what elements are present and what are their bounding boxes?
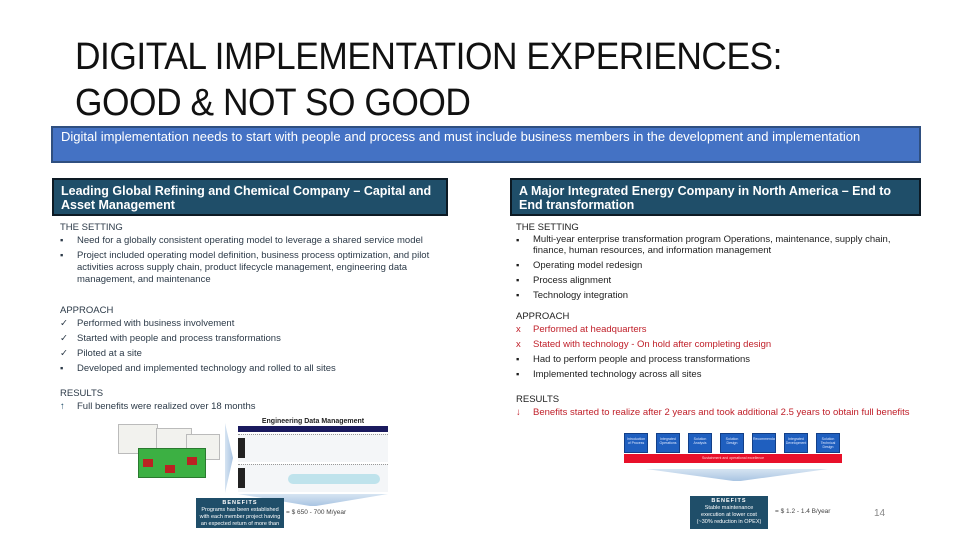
chevron-arrow-icon — [225, 423, 233, 493]
cross-icon: x — [516, 338, 521, 350]
results-label: RESULTS — [516, 393, 560, 405]
setting-label: THE SETTING — [60, 222, 123, 233]
arrow-down-icon: ↓ — [516, 406, 521, 418]
benefits-text: Stable maintenance execution at lower co… — [696, 505, 762, 525]
benefits-heading: BENEFITS — [711, 498, 747, 504]
list-item: ▪ Implemented technology across all sites — [516, 368, 702, 380]
screenshot-collage — [118, 418, 220, 478]
right-case-header: A Major Integrated Energy Company in Nor… — [510, 178, 921, 216]
right-case-body: THE SETTING ▪ Multi-year enterprise trans… — [516, 222, 926, 422]
list-item: ✓ Performed with business involvement — [60, 318, 235, 329]
bullet-icon: ▪ — [516, 274, 520, 286]
results-list: ↓ Benefits started to realize after 2 yea… — [516, 407, 926, 419]
process-step: Recommendation — [752, 433, 776, 453]
page-number: 14 — [874, 508, 886, 519]
setting-list: ▪ Need for a globally consistent operatin… — [60, 235, 460, 286]
list-item: ▪ Developed and implemented technology an… — [60, 363, 336, 374]
funnel-arrow-icon — [646, 469, 828, 481]
checkmark-icon: ✓ — [60, 318, 68, 329]
engineering-data-management-graphic: Engineering Data Management — [238, 418, 388, 492]
benefits-heading: BENEFITS — [222, 500, 258, 506]
right-case-diagram: Introduction of Process Integrated Opera… — [624, 433, 874, 533]
checkmark-icon: ✓ — [60, 348, 68, 359]
left-case-diagram: Engineering Data Management BENEFITS Pro… — [118, 418, 388, 534]
benefits-box: BENEFITS Programs has been established w… — [196, 498, 284, 534]
list-item: ▪ Process alignment — [516, 274, 612, 286]
bullet-icon: ▪ — [516, 289, 520, 301]
approach-list: ✓ Performed with business involvement ✓ St… — [60, 318, 460, 375]
process-steps: Introduction of Process Integrated Opera… — [624, 433, 874, 453]
approach-label: APPROACH — [516, 310, 570, 322]
cross-icon: x — [516, 323, 521, 335]
diagram-row — [238, 434, 388, 462]
list-item: ▪ Technology integration — [516, 289, 629, 301]
setting-label: THE SETTING — [516, 222, 579, 233]
list-item: ▪ Operating model redesign — [516, 259, 643, 271]
bullet-icon: ▪ — [516, 353, 520, 365]
process-step: Solution Design — [720, 433, 744, 453]
process-step: Solution Analysis — [688, 433, 712, 453]
benefits-value: = $ 650 - 700 M/year — [286, 509, 347, 516]
title-line-2: GOOD & NOT SO GOOD — [75, 82, 471, 124]
results-list: ↑ Full benefits were realized over 18 mon… — [60, 401, 460, 413]
bullet-icon: ▪ — [60, 235, 64, 246]
bullet-icon: ▪ — [516, 235, 520, 246]
title-line-1: DIGITAL IMPLEMENTATION EXPERIENCES: — [75, 36, 783, 78]
bullet-icon: ▪ — [516, 259, 520, 271]
diagram-title: Engineering Data Management — [261, 418, 365, 425]
approach-label: APPROACH — [60, 305, 114, 316]
results-label: RESULTS — [60, 388, 104, 399]
list-item: ✓ Started with people and process transfo… — [60, 333, 281, 344]
process-step: Introduction of Process — [624, 433, 648, 453]
diagram-header-bar — [238, 426, 388, 432]
process-step: Integrated Development — [784, 433, 808, 453]
process-step: Solution Technical Design — [816, 433, 840, 453]
bullet-icon: ▪ — [60, 250, 64, 261]
list-item: ↑ Full benefits were realized over 18 mon… — [60, 401, 256, 412]
approach-list: x Performed at headquarters x Stated with … — [516, 324, 926, 381]
arrow-up-icon: ↑ — [60, 401, 65, 412]
slide-title: DIGITAL IMPLEMENTATION EXPERIENCES: GOOD… — [75, 34, 838, 126]
list-item: x Performed at headquarters — [516, 323, 647, 335]
bullet-icon: ▪ — [60, 363, 64, 374]
checkmark-icon: ✓ — [60, 333, 68, 344]
left-case-header: Leading Global Refining and Chemical Com… — [52, 178, 448, 216]
list-item: ↓ Benefits started to realize after 2 yea… — [516, 406, 910, 418]
diagram-row — [238, 464, 388, 492]
key-message-banner: Digital implementation needs to start wi… — [51, 126, 921, 163]
list-item: x Stated with technology - On hold after … — [516, 338, 772, 350]
left-case-body: THE SETTING ▪ Need for a globally consist… — [60, 222, 460, 416]
list-item: ▪ Multi-year enterprise transformation pr… — [516, 234, 891, 256]
list-item: ▪ Need for a globally consistent operatin… — [60, 235, 423, 246]
benefits-text: Programs has been established with each … — [199, 507, 281, 534]
process-step: Integrated Operations — [656, 433, 680, 453]
map-thumbnail — [138, 448, 206, 478]
benefits-value: = $ 1.2 - 1.4 B/year — [775, 508, 831, 515]
bullet-icon: ▪ — [516, 368, 520, 380]
setting-list: ▪ Multi-year enterprise transformation pr… — [516, 234, 926, 302]
sustainment-bar: Sustainment and operational excellence — [624, 454, 842, 463]
list-item: ✓ Piloted at a site — [60, 348, 142, 359]
benefits-box: BENEFITS Stable maintenance execution at… — [690, 496, 768, 529]
list-item: ▪ Had to perform people and process trans… — [516, 353, 751, 365]
list-item: ▪ Project included operating model defini… — [60, 250, 430, 285]
